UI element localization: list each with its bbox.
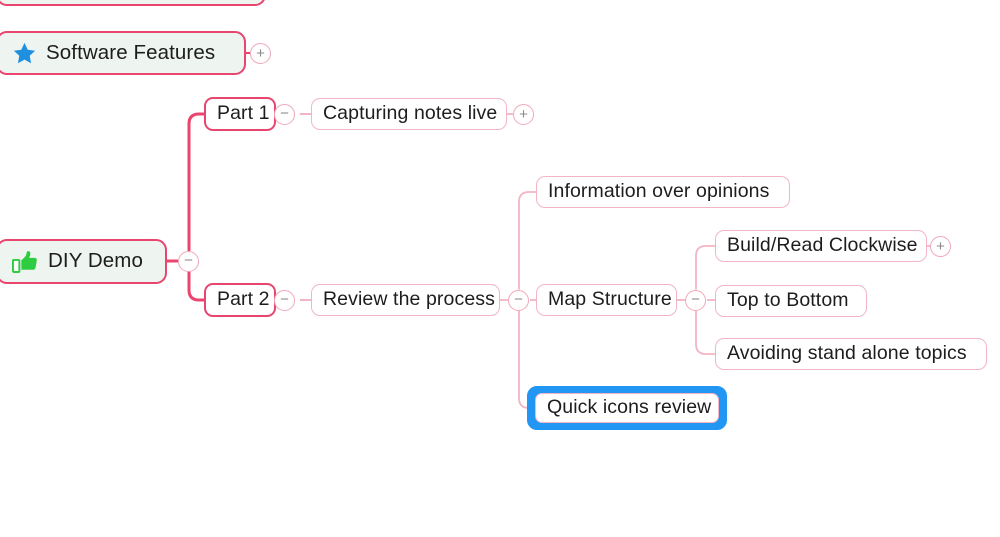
node-quick-icons-review-label: Quick icons review: [547, 396, 712, 419]
minus-icon: −: [514, 291, 523, 308]
node-top-to-bottom-label: Top to Bottom: [727, 289, 849, 312]
node-diy-demo[interactable]: DIY Demo: [0, 239, 167, 284]
node-quick-icons-review[interactable]: Quick icons review: [535, 393, 719, 423]
plus-icon: +: [519, 105, 528, 123]
plus-icon: +: [936, 237, 945, 255]
minus-icon: −: [691, 291, 700, 308]
node-build-read-clockwise-label: Build/Read Clockwise: [727, 234, 918, 257]
mindmap-canvas: Software Features + DIY Demo − Part 1 − …: [0, 0, 1000, 537]
node-information-over-opinions[interactable]: Information over opinions: [536, 176, 790, 208]
node-review-the-process-label: Review the process: [323, 288, 495, 311]
toggle-capturing-notes-live[interactable]: +: [513, 104, 534, 125]
toggle-review-the-process[interactable]: −: [508, 290, 529, 311]
node-review-the-process[interactable]: Review the process: [311, 284, 500, 316]
minus-icon: −: [184, 252, 193, 269]
node-map-structure[interactable]: Map Structure: [536, 284, 677, 316]
node-top-to-bottom[interactable]: Top to Bottom: [715, 285, 867, 317]
node-map-structure-label: Map Structure: [548, 288, 672, 311]
toggle-build-read-clockwise[interactable]: +: [930, 236, 951, 257]
minus-icon: −: [280, 105, 289, 122]
minus-icon: −: [280, 291, 289, 308]
node-information-over-opinions-label: Information over opinions: [548, 180, 770, 203]
node-software-features[interactable]: Software Features: [0, 31, 246, 75]
toggle-software-features[interactable]: +: [250, 43, 271, 64]
node-part-1[interactable]: Part 1: [204, 97, 276, 131]
toggle-diy-demo[interactable]: −: [178, 251, 199, 272]
thumbs-up-icon: [12, 249, 39, 274]
plus-icon: +: [256, 44, 265, 62]
node-capturing-notes-live[interactable]: Capturing notes live: [311, 98, 507, 130]
toggle-part-2[interactable]: −: [274, 290, 295, 311]
node-avoiding-stand-alone-topics[interactable]: Avoiding stand alone topics: [715, 338, 987, 370]
toggle-part-1[interactable]: −: [274, 104, 295, 125]
node-avoiding-stand-alone-topics-label: Avoiding stand alone topics: [727, 342, 967, 365]
node-software-features-label: Software Features: [46, 40, 216, 64]
node-build-read-clockwise[interactable]: Build/Read Clockwise: [715, 230, 927, 262]
node-capturing-notes-live-label: Capturing notes live: [323, 102, 498, 125]
node-diy-demo-label: DIY Demo: [48, 249, 143, 273]
node-part-2[interactable]: Part 2: [204, 283, 276, 317]
partial-top-node[interactable]: [0, 0, 266, 6]
node-part-1-label: Part 1: [217, 102, 270, 125]
toggle-map-structure[interactable]: −: [685, 290, 706, 311]
node-part-2-label: Part 2: [217, 288, 270, 311]
star-icon: [12, 41, 37, 66]
